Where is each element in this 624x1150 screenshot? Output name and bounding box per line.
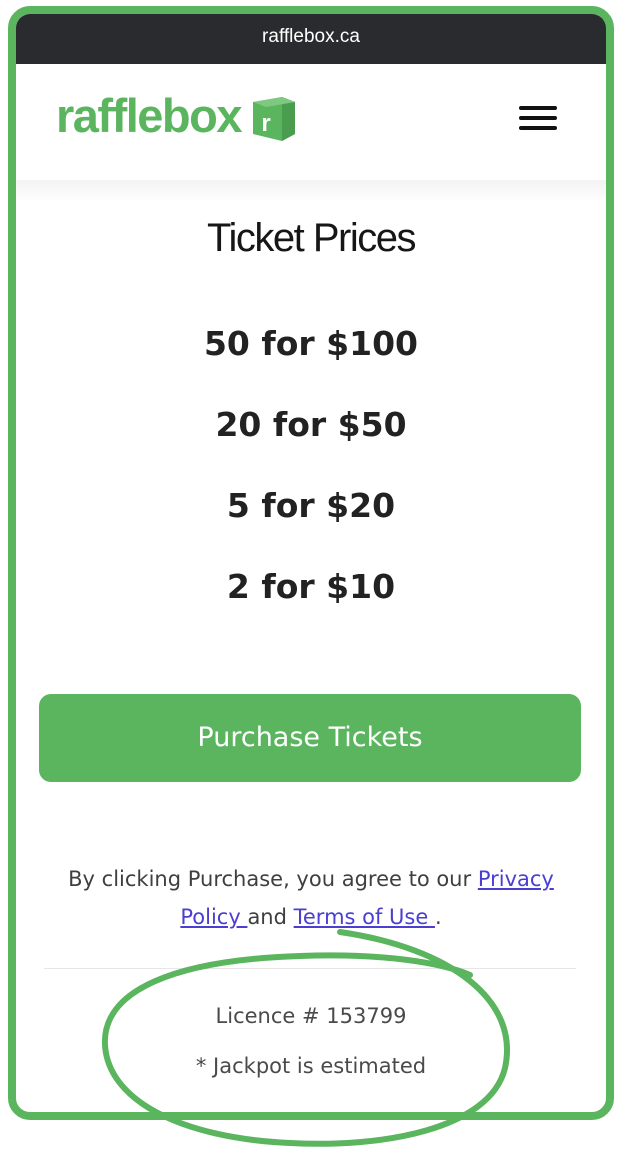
header-shadow	[16, 180, 606, 202]
logo-text: rafflebox	[56, 89, 243, 142]
footer-divider	[44, 968, 576, 969]
agreement-prefix: By clicking Purchase, you agree to our	[68, 867, 478, 891]
rafflebox-logo[interactable]: rafflebox r	[56, 88, 299, 144]
jackpot-note: * Jackpot is estimated	[195, 1054, 427, 1078]
url-text: rafflebox.ca	[262, 26, 360, 47]
price-option: 50 for $100	[203, 324, 419, 363]
price-option: 20 for $50	[215, 405, 407, 444]
hamburger-menu-icon[interactable]	[512, 98, 560, 138]
agreement-suffix: .	[434, 905, 442, 929]
purchase-tickets-button[interactable]: Purchase Tickets	[39, 694, 581, 782]
logo-box-icon: r	[253, 97, 295, 141]
agreement-middle: and	[247, 905, 294, 929]
agreement-text: By clicking Purchase, you agree to our P…	[36, 860, 586, 936]
site-header: rafflebox r	[16, 64, 606, 180]
price-option: 2 for $10	[226, 567, 396, 606]
browser-url-bar[interactable]: rafflebox.ca	[16, 14, 606, 64]
terms-of-use-link[interactable]: Terms of Use	[294, 905, 435, 929]
page-title: Ticket Prices	[207, 216, 416, 260]
licence-number: Licence # 153799	[215, 1004, 407, 1028]
phone-frame: rafflebox.ca rafflebox r Ticket Prices 5…	[8, 6, 614, 1120]
logo-badge-letter: r	[261, 110, 270, 137]
price-list: 50 for $100 20 for $50 5 for $20 2 for $…	[16, 314, 606, 638]
price-option: 5 for $20	[226, 486, 396, 525]
